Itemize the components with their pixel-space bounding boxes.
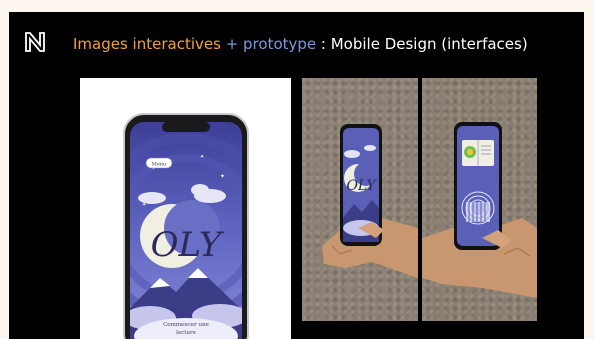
photo1-oly-text: OLY xyxy=(346,178,377,194)
prototype-photo-1: OLY xyxy=(302,78,418,321)
title-colon: : xyxy=(316,35,331,53)
hand-holding-phone-image: OLY xyxy=(322,124,418,278)
hand-holding-phone-image xyxy=(422,122,537,298)
svg-text:✦: ✦ xyxy=(200,154,204,160)
caption-line-1: Commencer une xyxy=(163,322,209,328)
slide: Images interactives + prototype : Mobile… xyxy=(9,12,584,339)
menu-label: Menu xyxy=(152,162,167,168)
title-part-images: Images interactives xyxy=(73,35,221,53)
caption-line-2: lecture xyxy=(176,330,196,336)
svg-text:✦: ✦ xyxy=(220,173,225,180)
oly-logo-text: OLY xyxy=(151,225,225,265)
phone-mockup: ✦ ✦ ✦ ✦ Menu xyxy=(123,113,249,339)
slide-title: Images interactives + prototype : Mobile… xyxy=(73,34,528,54)
n-logo-icon xyxy=(25,32,45,52)
title-part-mobile-design: Mobile Design (interfaces) xyxy=(330,35,528,53)
title-plus: + xyxy=(220,35,244,53)
slide-header: Images interactives + prototype : Mobile… xyxy=(9,12,584,78)
title-part-prototype: prototype xyxy=(243,35,317,53)
phone-mockup-panel: ✦ ✦ ✦ ✦ Menu xyxy=(80,78,291,339)
prototype-photo-2 xyxy=(422,78,537,321)
menu-button[interactable]: Menu xyxy=(145,157,173,169)
